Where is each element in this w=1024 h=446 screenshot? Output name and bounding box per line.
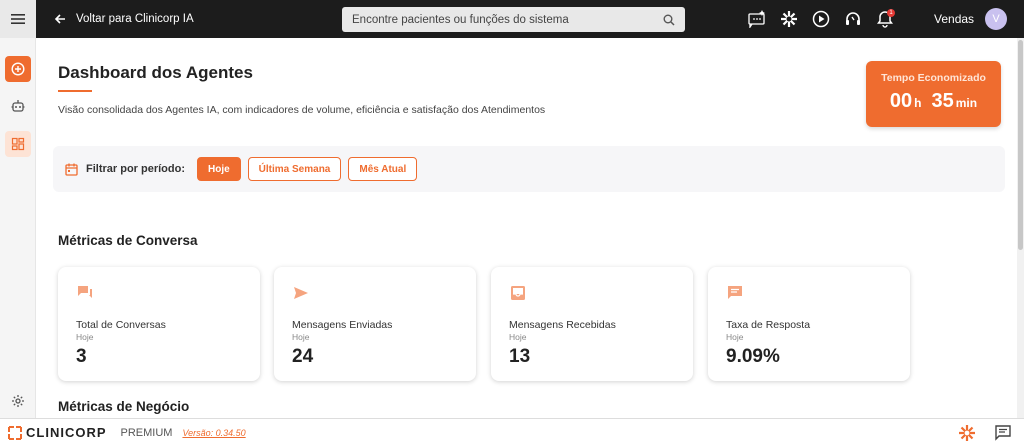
top-bar: Voltar para Clinicorp IA Encontre pacien… [0,0,1024,38]
inbox-icon [511,286,525,300]
clinicorp-star-icon[interactable] [958,424,976,442]
robot-icon [11,100,25,112]
plus-circle-icon [11,62,25,76]
search-input[interactable]: Encontre pacientes ou funções do sistema [342,7,685,32]
filter-chip-current-month[interactable]: Mês Atual [348,157,418,181]
brand-logo: CLINICORP [8,425,107,440]
sidebar-item-settings[interactable] [5,388,31,414]
back-label: Voltar para Clinicorp IA [76,13,194,25]
scrollbar-thumb[interactable] [1018,40,1023,250]
footer: CLINICORP PREMIUM Versão: 0.34.50 [0,418,1024,446]
period-filter: Filtrar por período: Hoje Última Semana … [53,146,1005,192]
support-headset-icon[interactable] [842,8,864,30]
chat-icon[interactable] [994,424,1012,442]
filter-chip-last-week[interactable]: Última Semana [247,157,342,181]
metric-period: Hoje [509,332,527,342]
arrow-left-icon [54,14,65,24]
sidebar-item-agents[interactable] [5,93,31,119]
plan-label: PREMIUM [120,426,173,439]
time-saved-hours: 00 [889,90,913,112]
gear-icon [12,395,24,407]
ai-chat-icon[interactable] [746,8,768,30]
dashboard-grid-icon [11,137,25,151]
scrollbar[interactable] [1017,38,1024,418]
avatar[interactable]: V [985,8,1007,30]
main-content: Dashboard dos Agentes Visão consolidada … [37,38,1017,418]
metric-value: 24 [292,346,314,367]
send-icon [294,287,308,299]
metric-title: Total de Conversas [76,319,166,331]
metric-period: Hoje [76,332,94,342]
time-saved-hours-unit: h [914,96,922,110]
time-saved-minutes: 35 [931,90,954,112]
sidebar [0,38,36,418]
time-saved-minutes-unit: min [955,96,978,110]
sidebar-item-new[interactable] [5,56,31,82]
search-icon [663,14,675,26]
metric-value: 13 [509,346,531,367]
filter-label: Filtrar por período: [86,163,185,175]
play-circle-icon[interactable] [810,8,832,30]
metric-title: Taxa de Resposta [726,319,811,331]
section-title-business: Métricas de Negócio [58,399,190,414]
hamburger-icon [11,14,25,24]
notification-badge: 1 [887,9,895,17]
search-placeholder: Encontre pacientes ou funções do sistema [352,13,569,26]
notification-bell-icon[interactable]: 1 [874,8,896,30]
metric-title: Mensagens Enviadas [292,319,393,331]
calendar-icon [65,163,78,176]
clinicorp-mark-icon [8,425,22,440]
chat-bubble-icon [728,286,742,299]
page-title: Dashboard dos Agentes [58,63,253,82]
filter-chip-today[interactable]: Hoje [197,157,241,181]
metric-card-response-rate: Taxa de Resposta Hoje 9.09% [708,267,910,381]
user-name[interactable]: Vendas [934,12,974,26]
title-underline [58,90,92,92]
sidebar-item-dashboard[interactable] [5,131,31,157]
metric-card-total-conversations: Total de Conversas Hoje 3 [58,267,260,381]
brand-name: CLINICORP [26,425,107,440]
forum-icon [78,286,92,298]
time-saved-card: Tempo Economizado 00 h 35 min [866,61,1001,127]
time-saved-label: Tempo Economizado [881,72,986,84]
section-title-conversation: Métricas de Conversa [58,233,198,248]
metric-card-messages-sent: Mensagens Enviadas Hoje 24 [274,267,476,381]
metric-title: Mensagens Recebidas [509,319,616,331]
time-saved-value: 00 h 35 min [866,90,1001,113]
clinicorp-logo-icon[interactable] [778,8,800,30]
metric-value: 3 [76,346,87,367]
metric-period: Hoje [292,332,310,342]
metric-period: Hoje [726,332,744,342]
metric-value: 9.09% [726,346,780,367]
menu-button[interactable] [0,0,36,38]
version-link[interactable]: Versão: 0.34.50 [182,428,245,438]
page-subtitle: Visão consolidada dos Agentes IA, com in… [58,104,546,116]
back-link[interactable]: Voltar para Clinicorp IA [54,13,194,25]
metric-card-messages-received: Mensagens Recebidas Hoje 13 [491,267,693,381]
